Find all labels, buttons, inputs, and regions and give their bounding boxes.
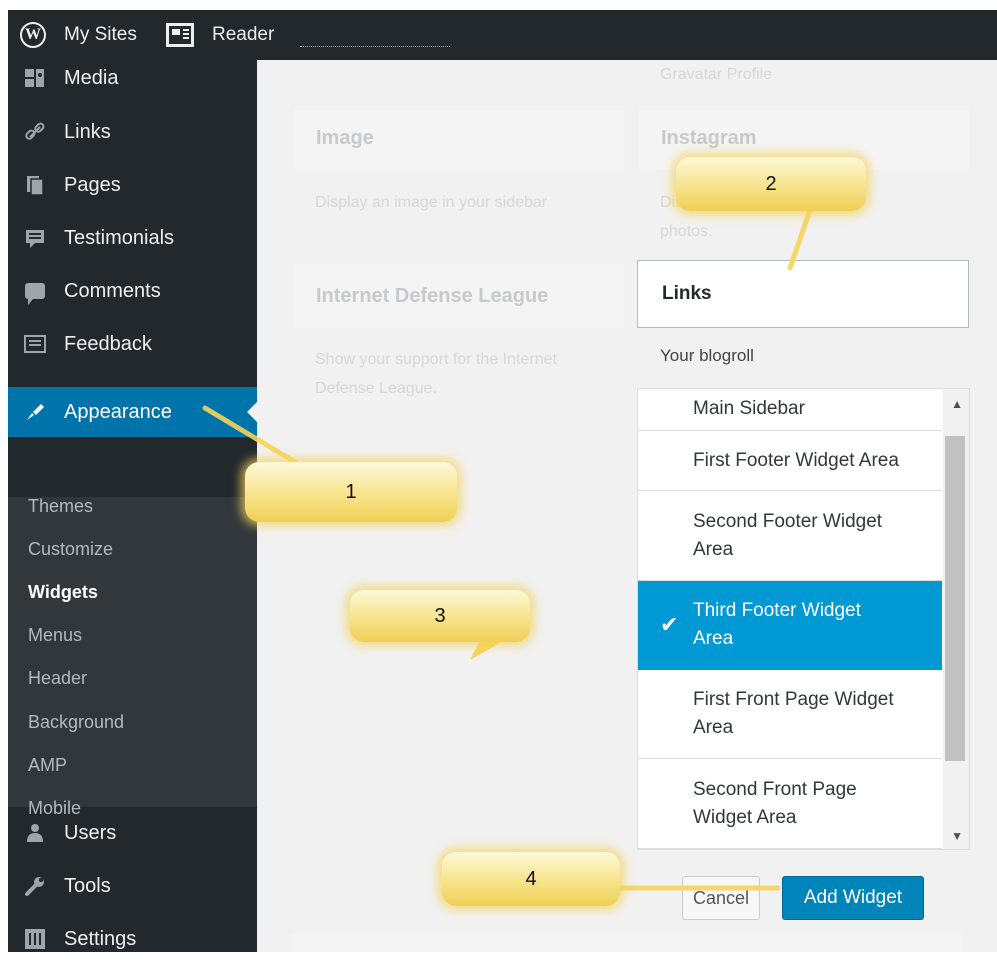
callout-2-pointer [787,207,813,271]
callout-4: 4 [442,852,620,906]
callout-3: 3 [350,590,530,642]
callout-3-pointer [470,640,505,660]
callout-1: 1 [245,462,457,522]
callout-1-pointer [202,405,303,468]
callout-pointers [202,207,813,891]
callout-2: 2 [676,157,866,211]
